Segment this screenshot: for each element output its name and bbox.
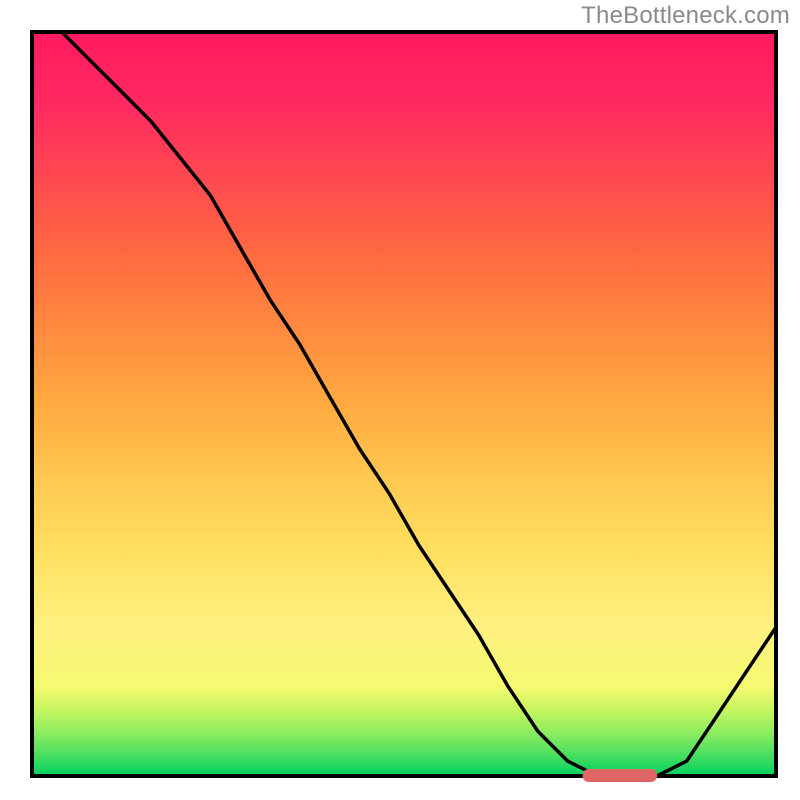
bottleneck-chart: TheBottleneck.com xyxy=(0,0,800,800)
watermark-text: TheBottleneck.com xyxy=(581,2,790,30)
plot-background xyxy=(32,32,776,776)
optimal-marker xyxy=(583,769,657,782)
chart-svg xyxy=(0,0,800,800)
